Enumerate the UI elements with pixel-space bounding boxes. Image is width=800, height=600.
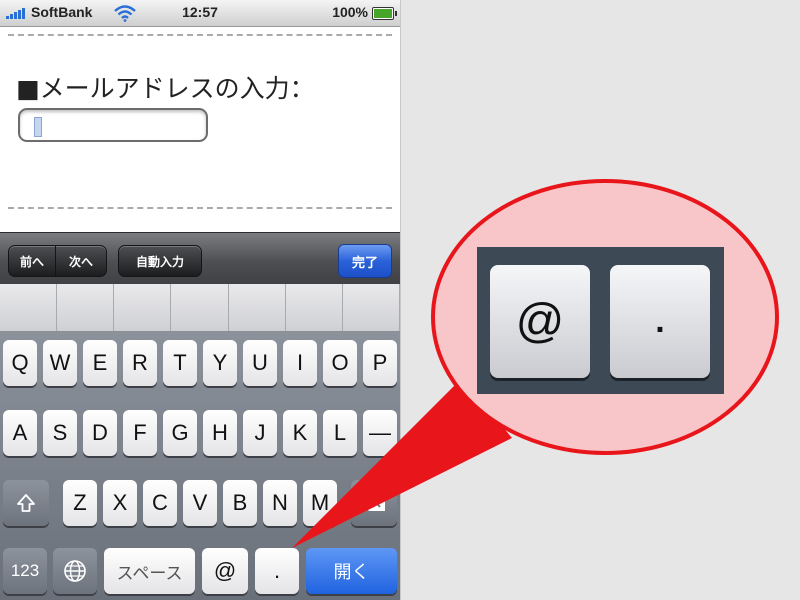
zoomed-period-key: . <box>610 265 710 378</box>
zoomed-at-key: @ <box>490 265 590 378</box>
zoomed-keys-panel: @ . <box>477 247 724 394</box>
